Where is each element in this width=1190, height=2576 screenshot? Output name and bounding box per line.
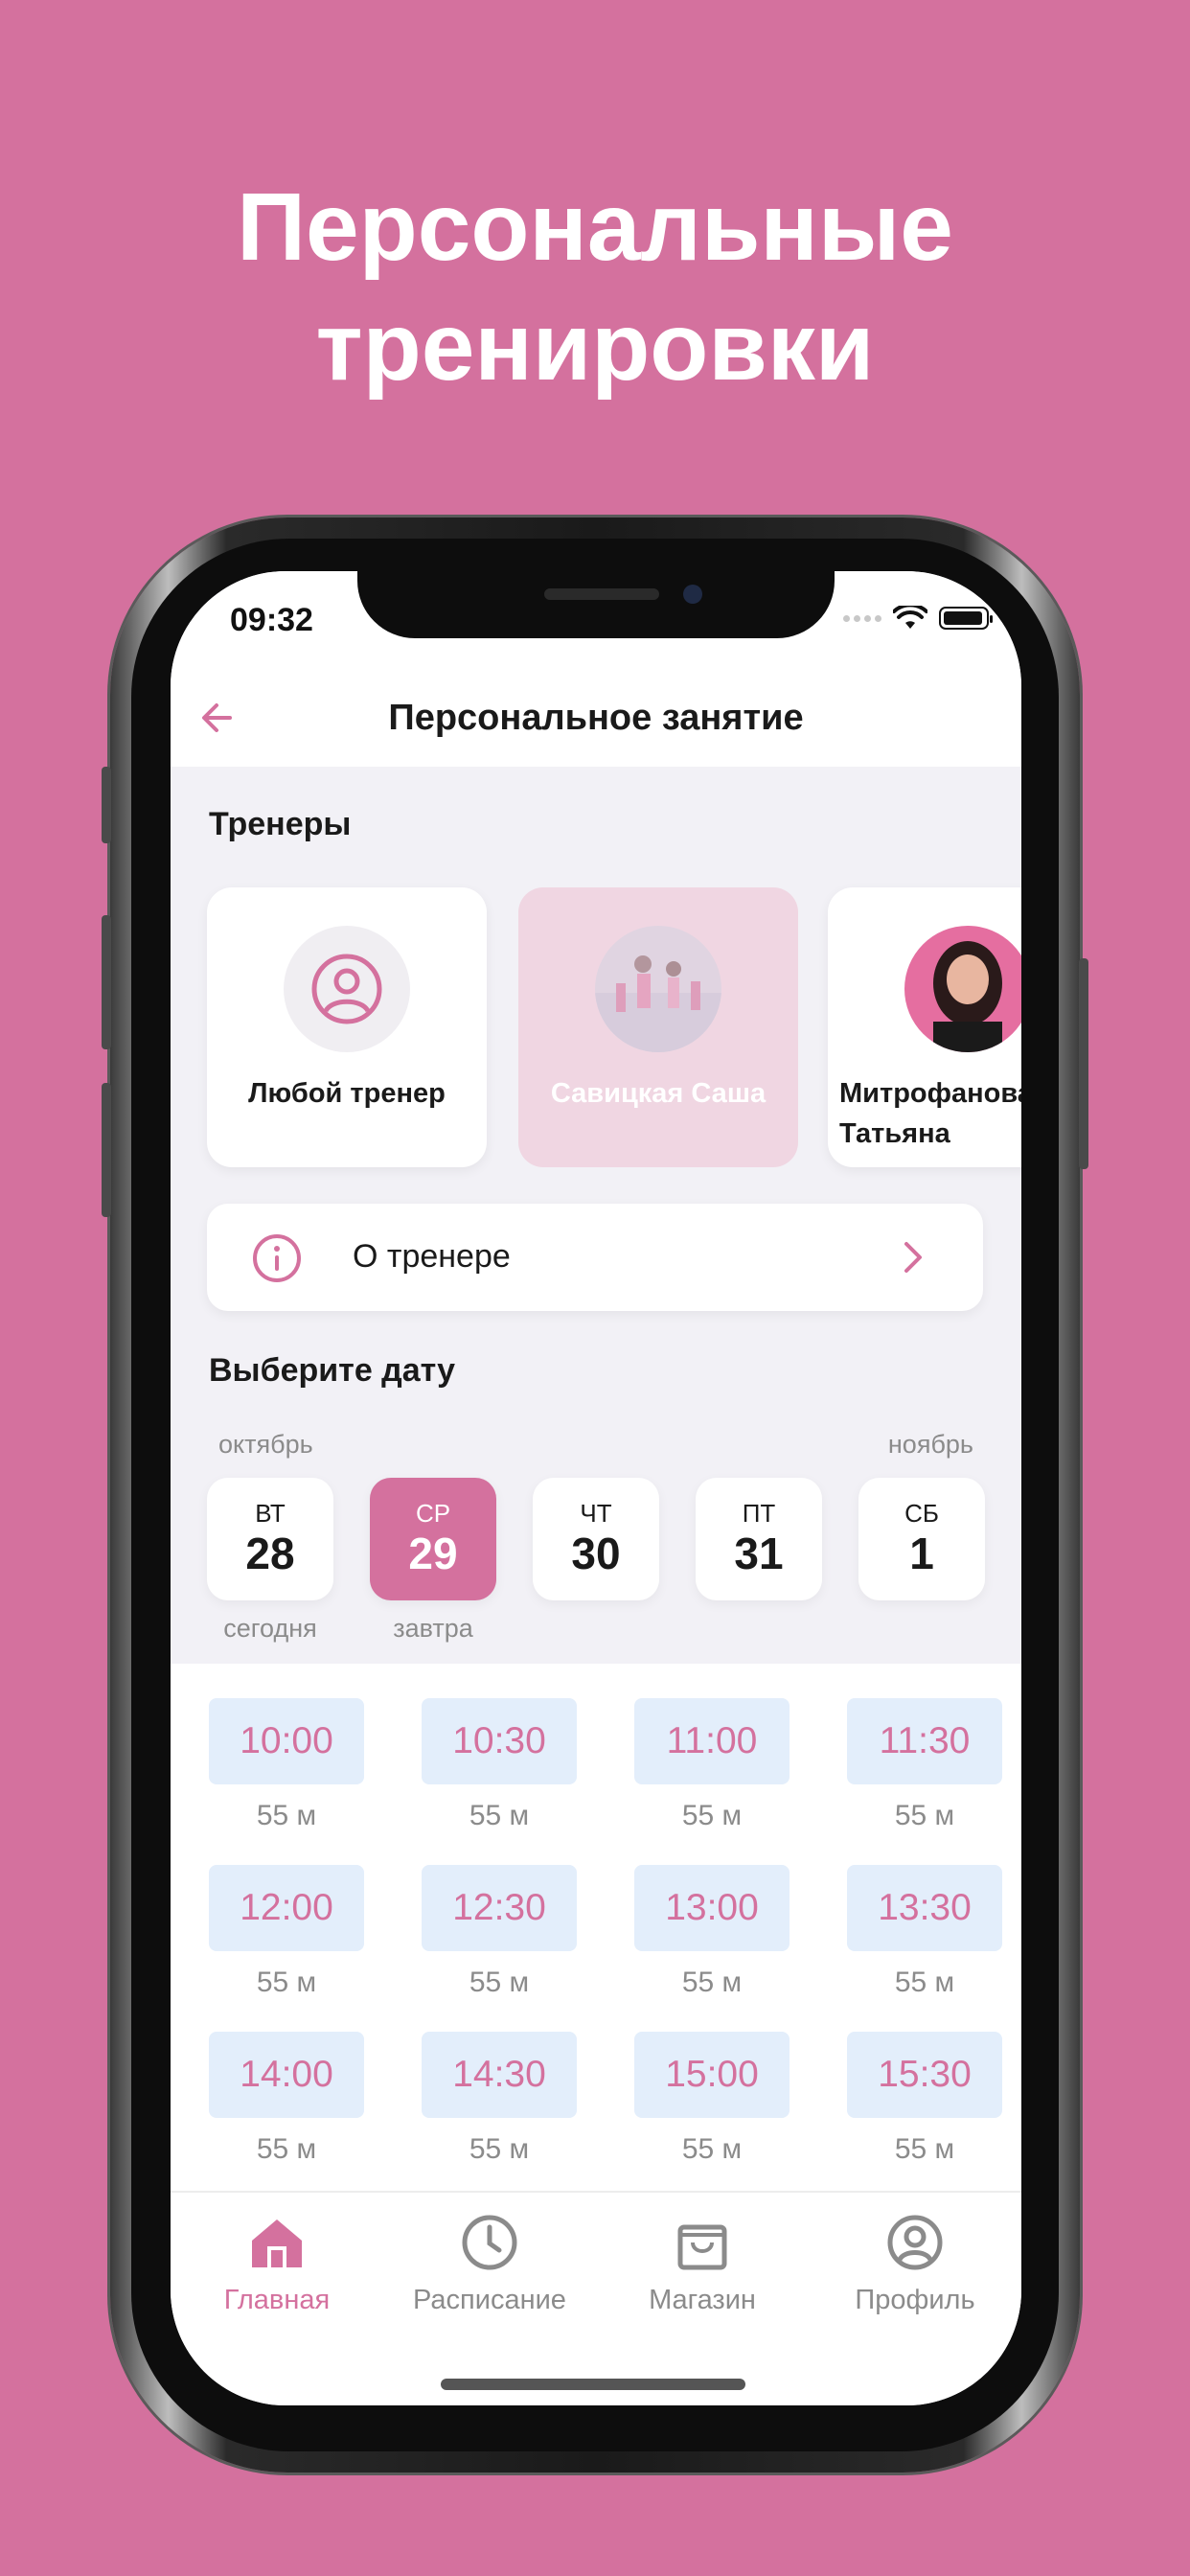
status-time: 09:32 bbox=[230, 602, 313, 638]
month-label-right: ноябрь bbox=[887, 1430, 973, 1459]
home-indicator[interactable] bbox=[441, 2379, 745, 2390]
day-card[interactable]: ВТ 28 bbox=[207, 1478, 333, 1600]
notch bbox=[357, 571, 835, 638]
volume-up-button bbox=[102, 915, 111, 1049]
day-of-week: СБ bbox=[904, 1499, 939, 1528]
slot-duration: 55 м bbox=[256, 1800, 317, 1831]
time-slot[interactable]: 13:00 bbox=[634, 1865, 790, 1951]
user-circle-icon bbox=[311, 954, 382, 1024]
time-slot[interactable]: 13:30 bbox=[847, 1865, 1002, 1951]
trainers-title: Тренеры bbox=[209, 806, 352, 842]
time-slot[interactable]: 10:30 bbox=[422, 1698, 577, 1784]
page-title: Персональное занятие bbox=[388, 698, 804, 738]
day-sub-label: завтра bbox=[393, 1614, 473, 1643]
time-slot[interactable]: 12:00 bbox=[209, 1865, 364, 1951]
clock-icon bbox=[462, 2215, 517, 2270]
day-number: 28 bbox=[245, 1529, 295, 1578]
volume-down-button bbox=[102, 1083, 111, 1217]
day-number: 1 bbox=[909, 1529, 934, 1578]
nav-bar: Персональное занятие bbox=[171, 667, 1021, 767]
profile-icon bbox=[887, 2215, 943, 2270]
day-card-selected[interactable]: СР 29 bbox=[370, 1478, 496, 1600]
time-slot[interactable]: 14:30 bbox=[422, 2032, 577, 2118]
slot-duration: 55 м bbox=[469, 1800, 530, 1831]
slot-duration: 55 м bbox=[256, 1966, 317, 1998]
tab-home[interactable]: Главная bbox=[171, 2212, 383, 2316]
day-card[interactable]: СБ 1 bbox=[858, 1478, 985, 1600]
status-icons bbox=[843, 606, 993, 631]
trainer-card-savitskaya[interactable]: Савицкая Саша bbox=[518, 887, 798, 1167]
tab-label: Главная bbox=[223, 2285, 331, 2315]
tab-label: Магазин bbox=[649, 2285, 756, 2315]
day-number: 30 bbox=[571, 1529, 621, 1578]
power-button bbox=[1079, 958, 1088, 1169]
time-slot[interactable]: 15:30 bbox=[847, 2032, 1002, 2118]
day-of-week: ВТ bbox=[255, 1499, 286, 1528]
date-title: Выберите дату bbox=[209, 1352, 456, 1389]
tab-bar: Главная Расписание Магазин Профиль bbox=[171, 2191, 1021, 2405]
about-trainer-label: О тренере bbox=[353, 1238, 511, 1275]
tab-label: Расписание bbox=[413, 2285, 566, 2315]
signal-icon bbox=[843, 614, 881, 622]
time-slot[interactable]: 11:00 bbox=[634, 1698, 790, 1784]
promo-headline: Персональные тренировки bbox=[0, 168, 1190, 407]
trainer-name: Савицкая Саша bbox=[550, 1078, 767, 1109]
slot-duration: 55 м bbox=[469, 1966, 530, 1998]
day-number: 31 bbox=[734, 1529, 784, 1578]
tab-schedule[interactable]: Расписание bbox=[383, 2212, 596, 2316]
chevron-right-icon bbox=[904, 1242, 922, 1273]
trainer-card-mitrofanova[interactable]: Митрофанова Татьяна bbox=[828, 887, 1021, 1167]
info-icon bbox=[253, 1234, 301, 1282]
tab-profile[interactable]: Профиль bbox=[809, 2212, 1021, 2316]
time-slot[interactable]: 14:00 bbox=[209, 2032, 364, 2118]
avatar bbox=[284, 926, 410, 1052]
time-slot[interactable]: 12:30 bbox=[422, 1865, 577, 1951]
mute-switch bbox=[102, 767, 111, 843]
trainer-photo bbox=[904, 926, 1021, 1052]
trainer-photo bbox=[595, 926, 721, 1052]
shopping-bag-icon bbox=[677, 2224, 727, 2270]
day-of-week: СР bbox=[415, 1499, 451, 1528]
day-of-week: ПТ bbox=[742, 1499, 776, 1528]
slot-duration: 55 м bbox=[894, 1800, 955, 1831]
headline-line-2: тренировки bbox=[315, 293, 875, 401]
about-trainer-row[interactable]: О тренере bbox=[207, 1204, 983, 1311]
slot-duration: 55 м bbox=[469, 2133, 530, 2165]
time-slot[interactable]: 10:00 bbox=[209, 1698, 364, 1784]
slot-duration: 55 м bbox=[681, 1800, 743, 1831]
time-slots-grid: 10:00 10:30 11:00 11:30 55 м 55 м 55 м 5… bbox=[171, 1664, 1021, 2191]
slot-duration: 55 м bbox=[894, 1966, 955, 1998]
day-card[interactable]: ПТ 31 bbox=[696, 1478, 822, 1600]
month-label-left: октябрь bbox=[218, 1430, 313, 1459]
wifi-icon bbox=[893, 606, 927, 629]
day-number: 29 bbox=[408, 1529, 458, 1578]
trainer-name: Митрофанова Татьяна bbox=[839, 1078, 1021, 1149]
trainer-name: Любой тренер bbox=[248, 1078, 446, 1109]
home-icon bbox=[252, 2220, 302, 2267]
slot-duration: 55 м bbox=[256, 2133, 317, 2165]
battery-icon bbox=[939, 607, 993, 630]
slot-duration: 55 м bbox=[894, 2133, 955, 2165]
tab-shop[interactable]: Магазин bbox=[596, 2212, 809, 2316]
phone-screen: 09:32 Персональное занятие Тренеры Любой… bbox=[171, 571, 1021, 2405]
day-of-week: ЧТ bbox=[580, 1499, 612, 1528]
trainer-card-any[interactable]: Любой тренер bbox=[207, 887, 487, 1167]
day-sub-label: сегодня bbox=[223, 1614, 317, 1643]
slot-duration: 55 м bbox=[681, 1966, 743, 1998]
headline-line-1: Персональные bbox=[237, 173, 953, 281]
tab-label: Профиль bbox=[855, 2285, 975, 2315]
slot-duration: 55 м bbox=[681, 2133, 743, 2165]
time-slot[interactable]: 11:30 bbox=[847, 1698, 1002, 1784]
speaker bbox=[544, 588, 659, 600]
time-slot[interactable]: 15:00 bbox=[634, 2032, 790, 2118]
front-camera bbox=[683, 585, 702, 604]
day-card[interactable]: ЧТ 30 bbox=[533, 1478, 659, 1600]
